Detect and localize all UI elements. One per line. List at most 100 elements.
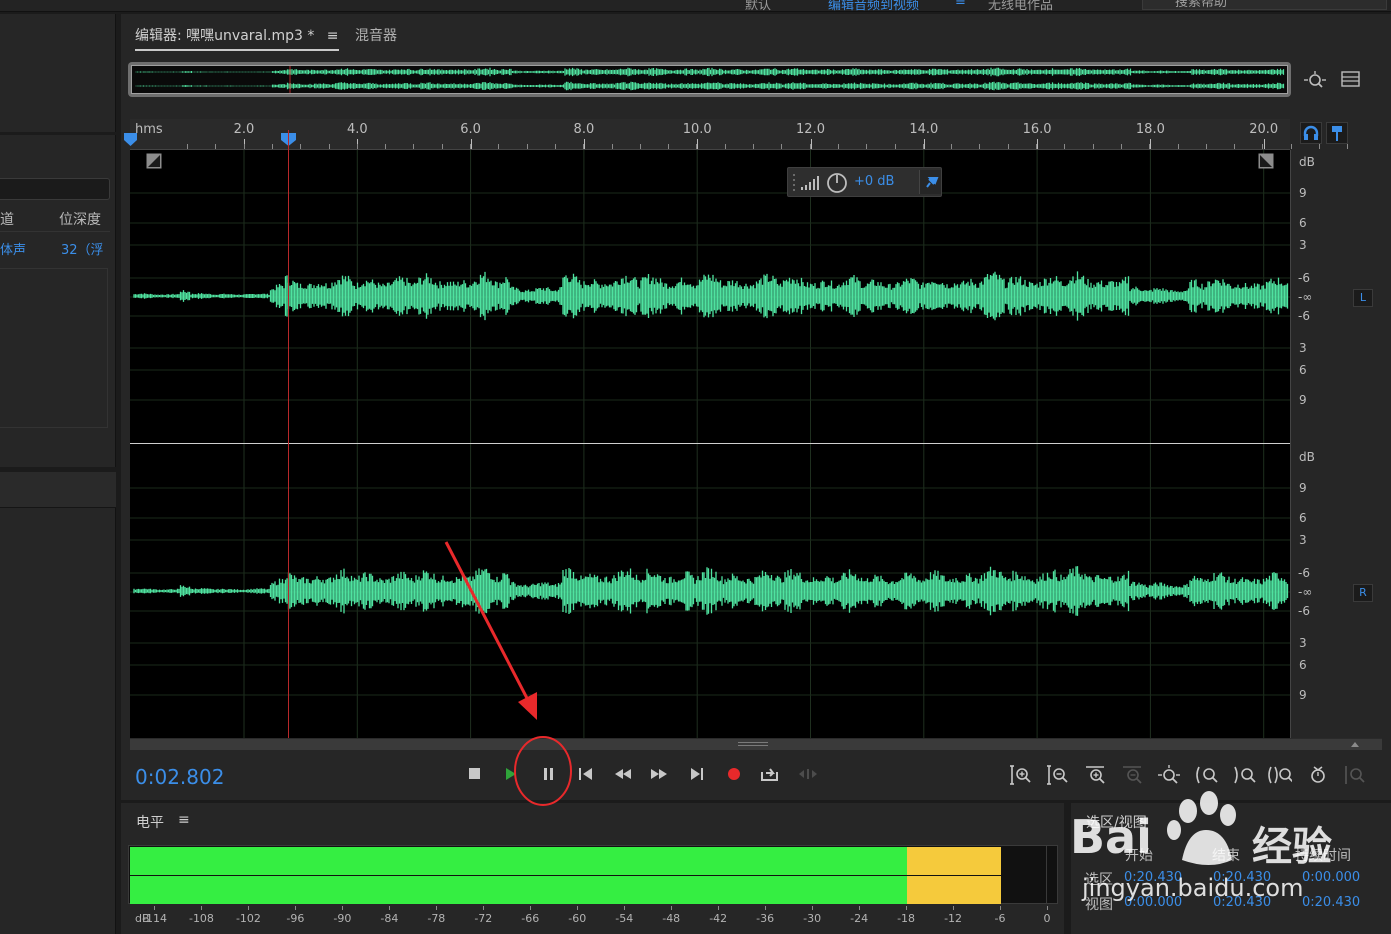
watermark-brand: Bai	[1070, 810, 1152, 864]
db-scale-label: 9	[1299, 393, 1307, 407]
channel-left-toggle[interactable]: L	[1353, 289, 1373, 307]
hud-pin-icon	[926, 177, 939, 188]
zoom-out-amplitude-button[interactable]	[1045, 763, 1071, 787]
play-button[interactable]	[498, 763, 524, 785]
meter-tick	[765, 906, 767, 910]
ruler-tick	[1263, 139, 1265, 149]
files-cell-channels: 体声	[0, 243, 27, 258]
ruler-minor-tick	[1347, 144, 1349, 149]
tab-menu-icon[interactable]: ≡	[327, 28, 339, 44]
files-col-channels[interactable]: 道	[0, 209, 14, 229]
zoom-in-amplitude-button[interactable]	[1008, 763, 1034, 787]
workspace-tab-video[interactable]: 编辑音频到视频	[828, 0, 919, 11]
zoom-to-fit-icon[interactable]	[1303, 70, 1327, 90]
db-scale-label: -6	[1298, 604, 1310, 618]
db-scale-label: 9	[1299, 186, 1307, 200]
files-cell-bitdepth: 32（浮	[61, 243, 104, 258]
ruler-minor-tick	[271, 144, 273, 149]
skip-selection-icon	[799, 769, 817, 779]
timeline-ruler[interactable]: hms 2.0 4.0 6.0 8.0 10.0 12.0 14.0 16.0 18.0 20.0	[130, 119, 1349, 150]
current-time-display[interactable]: 0:02.802	[135, 765, 224, 789]
workspace-bar: 默认 编辑音频到视频 ≡ 无线电作品 搜索帮助	[0, 0, 1391, 12]
meter-tick	[1047, 906, 1048, 910]
db-scale-label: 6	[1299, 511, 1307, 525]
meter-scale-label: -96	[286, 912, 305, 925]
scroll-grip-icon[interactable]	[738, 741, 770, 748]
meter-bar-right-green	[130, 876, 908, 904]
meter-scale: dB -114 -108 -102 -96 -90 -84 -78 -72 -66 -60 -54-…	[128, 906, 1058, 930]
levels-menu-icon[interactable]: ≡	[178, 812, 190, 828]
meter-bar-left-green	[130, 847, 908, 875]
pause-button[interactable]	[536, 763, 562, 785]
ruler-tick-label: 4.0	[346, 122, 368, 137]
db-scale-label: -∞	[1298, 290, 1313, 304]
workspace-menu-icon[interactable]: ≡	[955, 0, 966, 9]
record-button[interactable]	[721, 763, 747, 785]
meter-tick	[248, 906, 250, 910]
stop-button[interactable]	[462, 763, 488, 785]
meter-scale-label: -54	[615, 912, 634, 925]
ruler-minor-tick	[1007, 144, 1009, 149]
rewind-button[interactable]	[610, 763, 636, 785]
ruler-unit-label: hms	[135, 122, 163, 137]
panel-options-icon[interactable]	[1341, 70, 1361, 88]
files-filter-input[interactable]	[0, 178, 110, 200]
left-panel-bottom-tab[interactable]	[0, 472, 116, 508]
tab-mixer[interactable]: 混音器	[355, 25, 397, 45]
ruler-minor-tick	[809, 144, 811, 149]
fade-out-handle-icon[interactable]	[1258, 153, 1274, 169]
workspace-tab-default[interactable]: 默认	[745, 0, 771, 11]
waveform-display[interactable]	[130, 150, 1290, 738]
files-header: 道 位深度	[0, 204, 110, 232]
hud-grip-icon[interactable]	[790, 172, 800, 192]
tab-editor[interactable]: 编辑器: 嘿嘿unvaral.mp3 * ≡	[135, 25, 339, 51]
channel-right-toggle[interactable]: R	[1353, 584, 1373, 602]
overview-left-channel	[135, 67, 1285, 77]
meter-tick	[906, 906, 908, 910]
go-to-end-button[interactable]	[684, 763, 710, 785]
fast-forward-button[interactable]	[646, 763, 672, 785]
meter-tick	[859, 906, 861, 910]
overview-waveform[interactable]	[128, 62, 1291, 97]
meter-scale-label: -108	[188, 912, 214, 925]
db-scale-label: 3	[1299, 238, 1307, 252]
zoom-out-amplitude-icon	[1047, 765, 1068, 785]
files-row[interactable]: 体声 32（浮	[0, 234, 110, 258]
horizontal-scrollbar[interactable]	[130, 738, 1382, 750]
loop-icon	[761, 768, 778, 781]
skip-back-icon	[579, 768, 592, 780]
files-col-bitdepth[interactable]: 位深度	[59, 209, 101, 229]
meter-scale-label: -84	[380, 912, 399, 925]
meter-tick	[1000, 906, 1002, 910]
ruler-minor-tick	[215, 144, 217, 149]
headphones-icon[interactable]	[1300, 122, 1322, 144]
workspace-tab-radio[interactable]: 无线电作品	[988, 0, 1053, 11]
ruler-minor-tick	[1149, 144, 1151, 149]
db-scale-label: 9	[1299, 481, 1307, 495]
meter-tick	[671, 906, 673, 910]
ruler-minor-tick	[1036, 144, 1037, 149]
left-panel-top	[0, 14, 116, 132]
help-search-input[interactable]: 搜索帮助	[1142, 0, 1387, 10]
skip-selection-button[interactable]	[795, 763, 821, 785]
meter-tick	[154, 906, 156, 910]
playhead-marker-icon[interactable]	[281, 133, 297, 147]
ruler-minor-tick	[328, 144, 330, 149]
meter-scale-label: -78	[427, 912, 446, 925]
ruler-minor-tick	[668, 144, 670, 149]
hud-pin-button[interactable]	[919, 170, 941, 194]
ruler-minor-tick	[1064, 144, 1066, 149]
fade-in-handle-icon[interactable]	[146, 153, 162, 169]
meter-scale-label: -36	[756, 912, 775, 925]
channel-divider	[130, 443, 1290, 444]
loop-playback-button[interactable]	[757, 763, 783, 785]
meter-scale-label: -18	[897, 912, 916, 925]
ruler-minor-tick	[639, 144, 641, 149]
selection-start-marker-icon[interactable]	[124, 133, 138, 147]
meter-scale-label: -48	[662, 912, 681, 925]
gain-knob-icon[interactable]	[826, 172, 848, 194]
pin-marker-icon[interactable]	[1326, 122, 1348, 144]
go-to-start-button[interactable]	[573, 763, 599, 785]
scroll-up-icon[interactable]	[1350, 741, 1360, 748]
playhead-line[interactable]	[288, 130, 289, 738]
